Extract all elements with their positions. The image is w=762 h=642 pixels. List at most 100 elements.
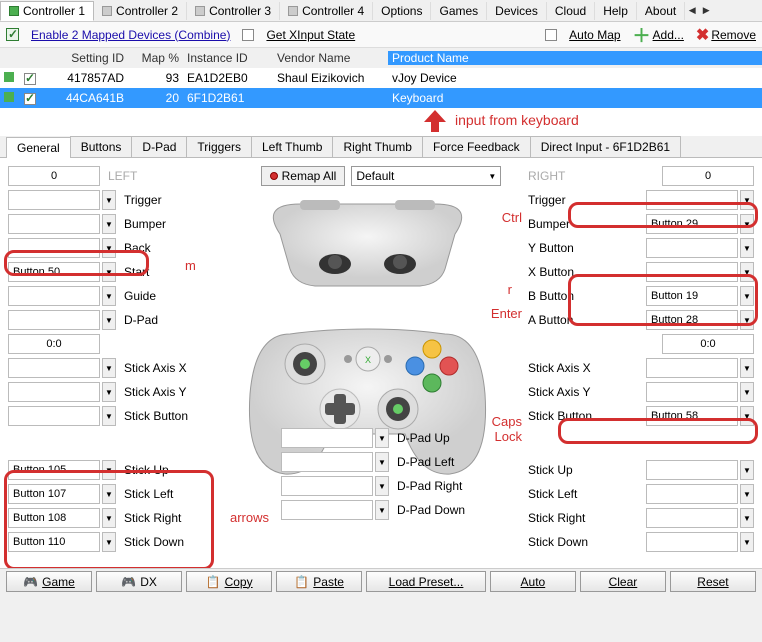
auto-map-link[interactable]: Auto Map	[569, 28, 620, 42]
left-bumper-input[interactable]	[8, 214, 100, 234]
guide-input[interactable]	[8, 286, 100, 306]
right-trigger-input[interactable]	[646, 190, 738, 210]
btn-clear[interactable]: Clear	[580, 571, 666, 592]
dropdown-icon[interactable]: ▼	[102, 460, 116, 480]
dropdown-icon[interactable]: ▼	[375, 428, 389, 448]
subtab-force-feedback[interactable]: Force Feedback	[422, 136, 531, 157]
enable-mapped-link[interactable]: Enable 2 Mapped Devices (Combine)	[31, 28, 230, 42]
subtab-direct-input[interactable]: Direct Input - 6F1D2B61	[530, 136, 681, 157]
tab-controller-2[interactable]: Controller 2	[94, 2, 187, 20]
enable-mapped-checkbox[interactable]	[6, 28, 19, 41]
right-axis-y-input[interactable]	[646, 382, 738, 402]
left-stick-btn-input[interactable]	[8, 406, 100, 426]
menu-devices[interactable]: Devices	[487, 2, 547, 20]
tab-controller-1[interactable]: Controller 1	[0, 1, 94, 21]
stick-up-input[interactable]: Button 105	[8, 460, 100, 480]
left-axis-y-input[interactable]	[8, 382, 100, 402]
dropdown-icon[interactable]: ▼	[740, 286, 754, 306]
dropdown-icon[interactable]: ▼	[102, 286, 116, 306]
device-row[interactable]: 44CA641B 20 6F1D2B61 Keyboard	[0, 88, 762, 108]
menu-about[interactable]: About	[637, 2, 685, 20]
dropdown-icon[interactable]: ▼	[102, 262, 116, 282]
menu-cloud[interactable]: Cloud	[547, 2, 595, 20]
dropdown-icon[interactable]: ▼	[740, 190, 754, 210]
remove-button[interactable]: ✖Remove	[696, 25, 756, 45]
get-xinput-link[interactable]: Get XInput State	[266, 28, 355, 42]
btn-dx[interactable]: 🎮DX	[96, 571, 182, 592]
btn-auto[interactable]: Auto	[490, 571, 576, 592]
a-button-input[interactable]: Button 28	[646, 310, 738, 330]
scroll-right-icon[interactable]: ▶	[699, 1, 713, 21]
device-row[interactable]: 417857AD 93 EA1D2EB0 Shaul Eizikovich vJ…	[0, 68, 762, 88]
dropdown-icon[interactable]: ▼	[102, 508, 116, 528]
subtab-general[interactable]: General	[6, 137, 71, 158]
subtab-dpad[interactable]: D-Pad	[131, 136, 187, 157]
dropdown-icon[interactable]: ▼	[740, 382, 754, 402]
dropdown-icon[interactable]: ▼	[102, 406, 116, 426]
get-xinput-checkbox[interactable]	[242, 29, 254, 41]
left-trigger-input[interactable]	[8, 190, 100, 210]
dropdown-icon[interactable]: ▼	[102, 214, 116, 234]
dropdown-icon[interactable]: ▼	[102, 310, 116, 330]
row-checkbox[interactable]	[24, 93, 36, 105]
dropdown-icon[interactable]: ▼	[740, 214, 754, 234]
btn-copy[interactable]: 📋Copy	[186, 571, 272, 592]
dpad-down-input[interactable]	[281, 500, 373, 520]
dropdown-icon[interactable]: ▼	[740, 406, 754, 426]
btn-reset[interactable]: Reset	[670, 571, 756, 592]
menu-games[interactable]: Games	[431, 2, 487, 20]
start-input[interactable]: Button 50	[8, 262, 100, 282]
dpad-input[interactable]	[8, 310, 100, 330]
stick-down-input[interactable]: Button 110	[8, 532, 100, 552]
tab-controller-3[interactable]: Controller 3	[187, 2, 280, 20]
dropdown-icon[interactable]: ▼	[740, 508, 754, 528]
x-button-input[interactable]	[646, 262, 738, 282]
right-stick-right-input[interactable]	[646, 508, 738, 528]
subtab-right-thumb[interactable]: Right Thumb	[332, 136, 422, 157]
back-input[interactable]	[8, 238, 100, 258]
right-stick-btn-input[interactable]: Button 58	[646, 406, 738, 426]
row-checkbox[interactable]	[24, 73, 36, 85]
dropdown-icon[interactable]: ▼	[102, 532, 116, 552]
tab-controller-4[interactable]: Controller 4	[280, 2, 373, 20]
add-button[interactable]: ＋Add...	[633, 22, 684, 48]
subtab-triggers[interactable]: Triggers	[186, 136, 252, 157]
right-stick-up-input[interactable]	[646, 460, 738, 480]
right-axis-x-input[interactable]	[646, 358, 738, 378]
b-button-input[interactable]: Button 19	[646, 286, 738, 306]
dropdown-icon[interactable]: ▼	[375, 476, 389, 496]
dropdown-icon[interactable]: ▼	[740, 310, 754, 330]
btn-paste[interactable]: 📋Paste	[276, 571, 362, 592]
dropdown-icon[interactable]: ▼	[102, 382, 116, 402]
dropdown-icon[interactable]: ▼	[740, 460, 754, 480]
dropdown-icon[interactable]: ▼	[740, 262, 754, 282]
subtab-buttons[interactable]: Buttons	[70, 136, 133, 157]
right-stick-down-input[interactable]	[646, 532, 738, 552]
dpad-up-input[interactable]	[281, 428, 373, 448]
menu-help[interactable]: Help	[595, 2, 637, 20]
right-stick-left-input[interactable]	[646, 484, 738, 504]
dropdown-icon[interactable]: ▼	[102, 238, 116, 258]
preset-dropdown[interactable]: Default▼	[351, 166, 501, 186]
y-button-input[interactable]	[646, 238, 738, 258]
dropdown-icon[interactable]: ▼	[102, 484, 116, 504]
right-bumper-input[interactable]: Button 29	[646, 214, 738, 234]
dropdown-icon[interactable]: ▼	[740, 358, 754, 378]
dropdown-icon[interactable]: ▼	[375, 452, 389, 472]
auto-map-checkbox[interactable]	[545, 29, 557, 41]
dropdown-icon[interactable]: ▼	[740, 238, 754, 258]
dropdown-icon[interactable]: ▼	[102, 358, 116, 378]
stick-left-input[interactable]: Button 107	[8, 484, 100, 504]
remap-all-button[interactable]: Remap All	[261, 166, 346, 186]
btn-load-preset[interactable]: Load Preset...	[366, 571, 486, 592]
scroll-left-icon[interactable]: ◀	[685, 1, 699, 21]
dropdown-icon[interactable]: ▼	[740, 484, 754, 504]
menu-options[interactable]: Options	[373, 2, 431, 20]
dropdown-icon[interactable]: ▼	[102, 190, 116, 210]
btn-game[interactable]: 🎮Game	[6, 571, 92, 592]
left-axis-x-input[interactable]	[8, 358, 100, 378]
dropdown-icon[interactable]: ▼	[375, 500, 389, 520]
dropdown-icon[interactable]: ▼	[740, 532, 754, 552]
subtab-left-thumb[interactable]: Left Thumb	[251, 136, 333, 157]
dpad-right-input[interactable]	[281, 476, 373, 496]
